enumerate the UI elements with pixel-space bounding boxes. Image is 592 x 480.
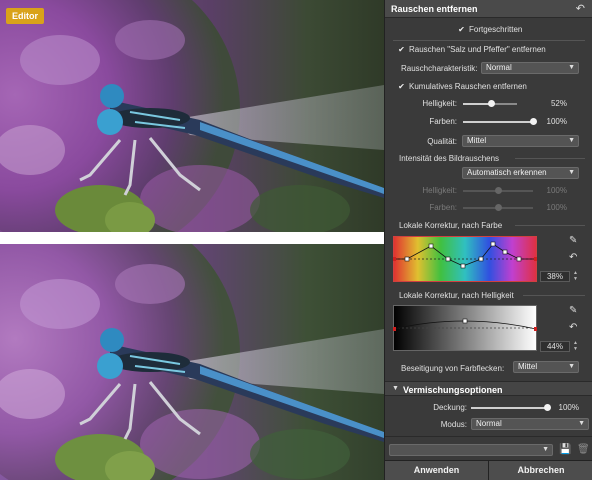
collapse-icon: ▼	[392, 385, 399, 392]
reset-icon[interactable]: ↶	[569, 253, 577, 263]
intensity-label: Intensität des Bildrauschens	[399, 154, 500, 163]
reset-icon[interactable]: ↶	[569, 323, 577, 333]
cancel-button[interactable]: Abbrechen	[489, 460, 592, 480]
intensity-colors-slider	[463, 204, 533, 211]
chevron-down-icon: ▼	[578, 420, 585, 427]
opacity-label: Deckung:	[433, 403, 467, 412]
intensity-colors-label: Farben:	[429, 203, 457, 212]
advanced-checkbox[interactable]: ✔	[457, 25, 466, 34]
brightness-slider-fill	[463, 103, 492, 105]
local-bright-label: Lokale Korrektur, nach Helligkeit	[399, 291, 514, 300]
chevron-down-icon: ▼	[568, 169, 575, 176]
intensity-colors-value: 100%	[546, 203, 567, 212]
stains-label: Beseitigung von Farbflecken:	[401, 364, 505, 373]
quality-select[interactable]: Mittel ▼	[462, 135, 579, 147]
noise-char-label: Rauschcharakteristik:	[401, 64, 478, 73]
image-preview: Editor	[0, 0, 384, 480]
spin-down-icon[interactable]: ▼	[573, 347, 578, 352]
brightness-label: Helligkeit:	[422, 99, 457, 108]
spin-down-icon[interactable]: ▼	[573, 277, 578, 282]
intensity-brightness-value: 100%	[546, 186, 567, 195]
panel-title: Rauschen entfernen	[391, 4, 478, 14]
stains-value: Mittel	[518, 362, 538, 371]
advanced-label: Fortgeschritten	[469, 25, 523, 34]
local-bright-percent[interactable]: 44%	[540, 341, 570, 352]
intensity-brightness-knob	[495, 187, 502, 194]
colors-label: Farben:	[429, 117, 457, 126]
chevron-down-icon: ▼	[542, 446, 549, 453]
apply-button[interactable]: Anwenden	[385, 460, 489, 480]
salt-pepper-checkbox[interactable]: ✔	[397, 45, 406, 54]
intensity-brightness-label: Helligkeit:	[422, 186, 457, 195]
eyedropper-icon[interactable]: ✎	[569, 306, 577, 316]
opacity-slider-fill	[471, 407, 547, 409]
opacity-slider[interactable]	[471, 404, 551, 411]
panel-header: Rauschen entfernen ↶	[385, 0, 592, 18]
brightness-curve[interactable]	[392, 305, 538, 351]
chevron-down-icon: ▼	[568, 64, 575, 71]
mode-value: Normal	[476, 419, 502, 428]
intensity-brightness-slider	[463, 187, 533, 194]
divider	[385, 436, 592, 437]
divider	[393, 40, 585, 41]
chevron-down-icon: ▼	[568, 137, 575, 144]
brightness-value: 52%	[550, 99, 567, 108]
colors-slider-fill	[463, 121, 533, 123]
preset-select[interactable]: ▼	[389, 444, 553, 456]
local-color-percent[interactable]: 38%	[540, 271, 570, 282]
colors-value: 100%	[546, 117, 567, 126]
brightness-slider[interactable]	[463, 100, 517, 107]
stains-select[interactable]: Mittel ▼	[513, 361, 579, 373]
cumulative-checkbox[interactable]: ✔	[397, 82, 406, 91]
intensity-value: Automatisch erkennen	[467, 168, 547, 177]
blend-title: Vermischungsoptionen	[403, 385, 503, 395]
mode-label: Modus:	[440, 420, 467, 429]
quality-value: Mittel	[467, 136, 487, 145]
noise-char-value: Normal	[486, 63, 512, 72]
cumulative-label: Kumulatives Rauschen entfernen	[409, 82, 527, 91]
trash-icon[interactable]: 🗑	[577, 445, 590, 455]
intensity-select[interactable]: Automatisch erkennen ▼	[462, 167, 579, 179]
editor-badge: Editor	[6, 8, 44, 24]
mode-select[interactable]: Normal ▼	[471, 418, 589, 430]
quality-label: Qualität:	[427, 137, 457, 146]
brightness-slider-knob[interactable]	[488, 100, 496, 107]
chevron-down-icon: ▼	[568, 363, 575, 370]
color-curve[interactable]	[392, 236, 538, 282]
noise-removal-panel: Rauschen entfernen ↶ ✔ Fortgeschritten ✔…	[384, 0, 592, 480]
divider	[523, 295, 585, 296]
colors-slider[interactable]	[463, 118, 537, 125]
divider	[515, 158, 585, 159]
after-image	[0, 244, 384, 480]
save-icon[interactable]: 💾	[559, 445, 571, 455]
divider	[515, 225, 585, 226]
opacity-value: 100%	[558, 403, 579, 412]
salt-pepper-label: Rauschen "Salz und Pfeffer" entfernen	[409, 45, 546, 54]
local-color-label: Lokale Korrektur, nach Farbe	[399, 221, 503, 230]
reset-icon[interactable]: ↶	[576, 2, 585, 15]
intensity-colors-knob	[495, 204, 502, 211]
blend-header[interactable]: ▼ Vermischungsoptionen	[385, 381, 592, 396]
noise-char-select[interactable]: Normal ▼	[481, 62, 579, 74]
eyedropper-icon[interactable]: ✎	[569, 236, 577, 246]
before-image: Editor	[0, 0, 384, 232]
